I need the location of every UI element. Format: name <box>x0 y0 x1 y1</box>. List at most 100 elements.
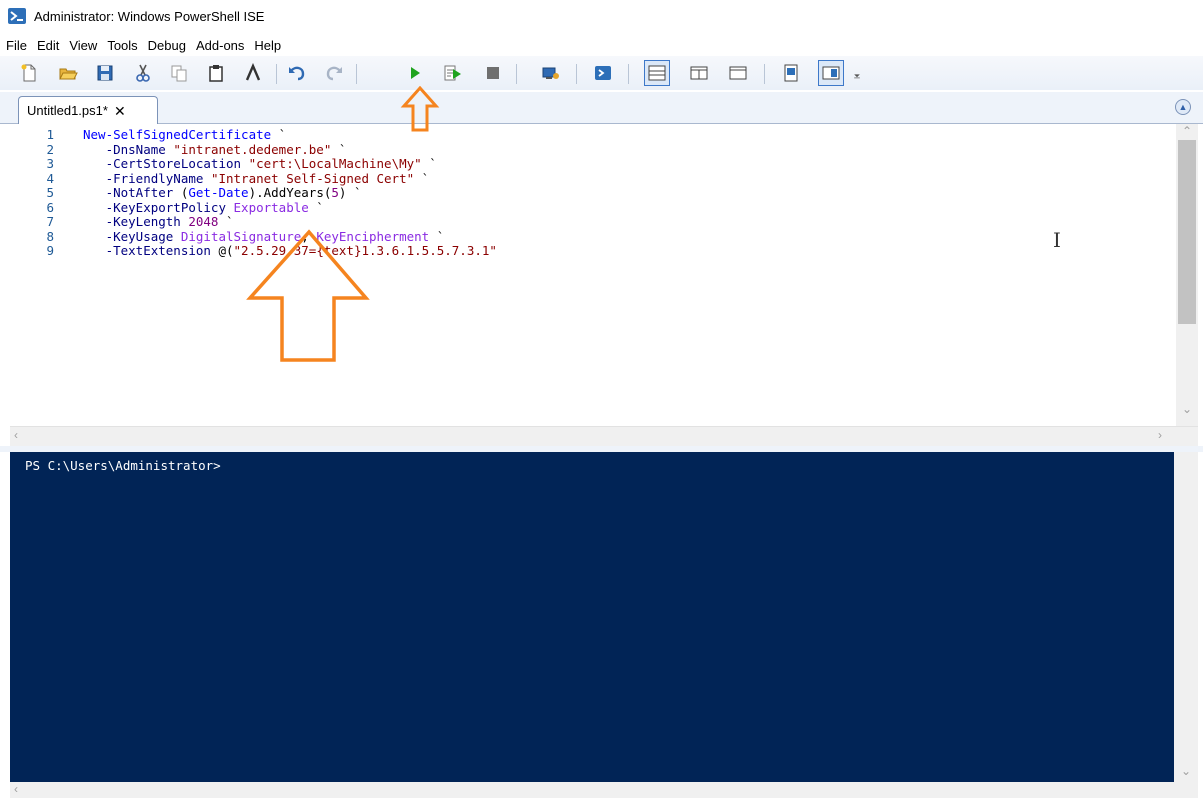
code-line[interactable]: 4 -FriendlyName "Intranet Self-Signed Ce… <box>10 170 1170 187</box>
show-script-pane-maximized-icon <box>729 66 747 80</box>
title-bar: Administrator: Windows PowerShell ISE <box>0 0 1203 34</box>
code-token: Get-Date <box>188 185 249 200</box>
redo-icon <box>326 66 342 81</box>
code-token: ` <box>421 156 437 171</box>
code-line[interactable]: 3 -CertStoreLocation "cert:\LocalMachine… <box>10 156 1170 172</box>
toolbar-separator <box>516 64 517 84</box>
annotation-arrow-large <box>246 229 370 362</box>
open-icon <box>59 68 78 80</box>
show-script-pane-top-button[interactable] <box>644 60 670 86</box>
remote-powershell-icon <box>542 67 559 79</box>
save-button[interactable] <box>92 60 118 86</box>
clear-console-button[interactable] <box>240 60 266 86</box>
powershell-console-button[interactable] <box>590 60 616 86</box>
code-token: @( <box>218 243 234 258</box>
code-token: -KeyLength <box>83 214 189 229</box>
editor-horizontal-scrollbar[interactable]: ‹ › <box>10 426 1198 446</box>
script-tab-strip: Untitled1.ps1* ✕ ▲ <box>0 92 1203 124</box>
copy-icon <box>171 65 187 82</box>
menu-debug[interactable]: Debug <box>143 36 191 56</box>
code-token: "Intranet Self-Signed Cert" <box>210 170 415 186</box>
code-token: -NotAfter <box>83 185 181 200</box>
console-pane[interactable]: PS C:\Users\Administrator> <box>10 452 1174 782</box>
menu-tools[interactable]: Tools <box>102 36 142 56</box>
text-cursor-icon: I <box>1053 228 1061 252</box>
menu-view[interactable]: View <box>64 36 102 56</box>
window-title: Administrator: Windows PowerShell ISE <box>34 9 265 24</box>
run-selection-button[interactable] <box>440 60 466 86</box>
menu-add-ons[interactable]: Add-ons <box>191 36 249 56</box>
line-number: 6 <box>46 199 54 215</box>
stop-button[interactable] <box>480 60 506 86</box>
close-icon[interactable]: ✕ <box>114 104 126 118</box>
show-script-pane-right-button[interactable] <box>686 60 712 86</box>
editor-vertical-scrollbar[interactable]: ⌃ ⌄ <box>1176 124 1198 426</box>
undo-button[interactable] <box>284 60 310 86</box>
menu-edit[interactable]: Edit <box>32 36 64 56</box>
toolbar <box>0 56 1203 90</box>
paste-button[interactable] <box>203 60 229 86</box>
code-token: Exportable <box>233 199 309 215</box>
code-token: ` <box>346 185 362 200</box>
remote-powershell-button[interactable] <box>538 60 564 86</box>
line-number: 4 <box>46 170 54 186</box>
toolbar-overflow-button[interactable] <box>850 60 864 86</box>
console-vertical-scrollbar[interactable]: ⌄ <box>1174 452 1198 782</box>
run-script-button[interactable] <box>402 60 428 86</box>
collapse-script-pane-button[interactable]: ▲ <box>1175 99 1191 115</box>
code-line[interactable]: 1 New-SelfSignedCertificate ` <box>10 127 1170 143</box>
code-text: -CertStoreLocation "cert:\LocalMachine\M… <box>83 156 437 172</box>
show-command-addon-button[interactable] <box>818 60 844 86</box>
code-text: -KeyExportPolicy Exportable ` <box>83 199 324 216</box>
show-script-pane-top-icon <box>648 65 666 81</box>
console-horizontal-scrollbar[interactable]: ‹ <box>10 782 1198 798</box>
cut-button[interactable] <box>130 60 156 86</box>
code-text: -DnsName "intranet.dedemer.be" ` <box>83 142 347 158</box>
undo-icon <box>289 66 305 81</box>
code-line[interactable]: 7 -KeyLength 2048 ` <box>10 214 1170 230</box>
menu-bar: File Edit View Tools Debug Add-ons Help <box>0 36 1203 56</box>
scroll-down-icon[interactable]: ⌄ <box>1181 764 1191 778</box>
new-icon <box>21 64 36 82</box>
code-line[interactable]: 2 -DnsName "intranet.dedemer.be" ` <box>10 142 1170 158</box>
scroll-left-icon[interactable]: ‹ <box>14 428 18 442</box>
chevron-down-icon <box>854 74 860 79</box>
scroll-up-icon[interactable]: ⌃ <box>1182 124 1192 138</box>
show-script-pane-button[interactable] <box>778 60 804 86</box>
open-button[interactable] <box>55 60 81 86</box>
code-token: "cert:\LocalMachine\My" <box>248 156 422 171</box>
code-line[interactable]: 5 -NotAfter (Get-Date).AddYears(5) ` <box>10 185 1170 201</box>
script-editor[interactable]: 1 New-SelfSignedCertificate ` 2 -DnsName "… <box>10 124 1198 446</box>
line-number: 7 <box>46 214 54 229</box>
toolbar-separator <box>356 64 357 84</box>
cut-icon <box>136 64 150 82</box>
code-token: New-SelfSignedCertificate <box>83 127 272 142</box>
scroll-right-icon[interactable]: › <box>1158 428 1162 442</box>
code-area[interactable]: 1 New-SelfSignedCertificate ` 2 -DnsName "… <box>10 127 1170 259</box>
code-token: -FriendlyName <box>83 170 211 186</box>
editor-scroll-thumb[interactable] <box>1178 140 1196 324</box>
code-line[interactable]: 6 -KeyExportPolicy Exportable ` <box>10 199 1170 216</box>
run-selection-icon <box>444 65 461 81</box>
tab-untitled1[interactable]: Untitled1.ps1* ✕ <box>18 96 158 124</box>
line-number: 3 <box>46 156 54 171</box>
show-script-pane-icon <box>784 64 798 82</box>
menu-help[interactable]: Help <box>249 36 286 56</box>
show-script-pane-maximized-button[interactable] <box>725 60 751 86</box>
scroll-down-icon[interactable]: ⌄ <box>1182 402 1192 416</box>
new-button[interactable] <box>16 60 42 86</box>
code-line[interactable]: 8 -KeyUsage DigitalSignature, KeyEnciphe… <box>10 228 1170 245</box>
code-token: ` <box>414 170 430 186</box>
menu-file[interactable]: File <box>0 36 32 56</box>
copy-button[interactable] <box>166 60 192 86</box>
code-text: -FriendlyName "Intranet Self-Signed Cert… <box>83 170 430 187</box>
show-script-pane-right-icon <box>690 66 708 80</box>
scroll-left-icon[interactable]: ‹ <box>14 782 18 796</box>
redo-button[interactable] <box>321 60 347 86</box>
code-line[interactable]: 9 -TextExtension @("2.5.29.37={text}1.3.… <box>10 243 1170 259</box>
code-token: -KeyUsage <box>83 228 181 244</box>
paste-icon <box>209 65 223 82</box>
show-command-addon-icon <box>822 66 840 80</box>
code-token: -TextExtension <box>83 243 219 258</box>
code-token: -CertStoreLocation <box>83 156 249 171</box>
